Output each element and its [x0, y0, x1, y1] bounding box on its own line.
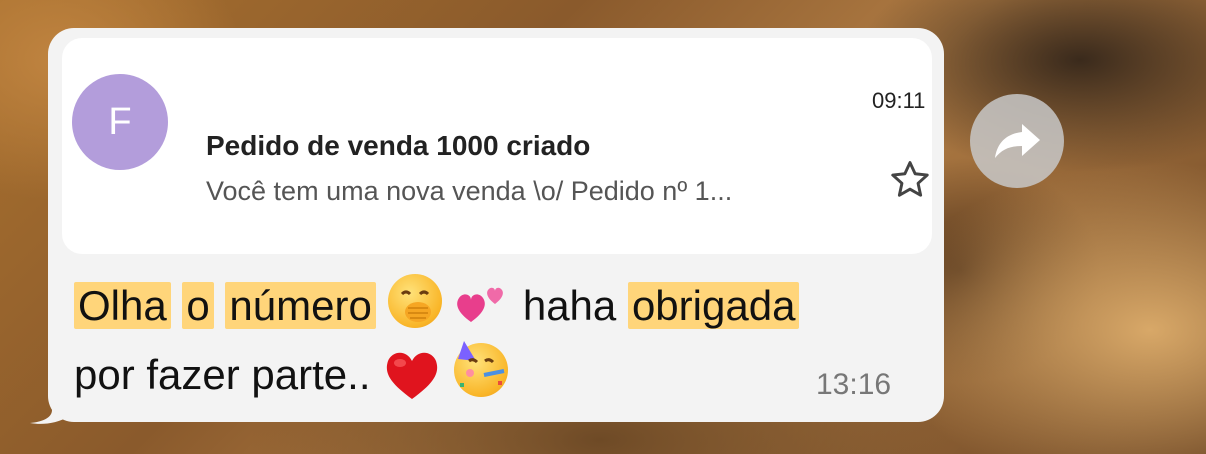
email-subject: Pedido de venda 1000 criado [206, 130, 591, 161]
partying-face-emoji [453, 341, 508, 397]
red-heart-emoji [382, 342, 442, 410]
sender-avatar: F [72, 74, 168, 170]
highlight-word: o [182, 282, 214, 329]
face-with-hand-over-mouth-emoji [387, 274, 442, 328]
star-outline-icon[interactable] [888, 158, 932, 202]
share-button[interactable] [970, 94, 1064, 188]
email-preview: Você tem uma nova venda \o/ Pedido nº 1.… [206, 176, 733, 206]
sender-name-cut [212, 60, 472, 82]
message-time: 13:16 [816, 368, 892, 401]
highlight-word: Olha [74, 282, 171, 329]
bubble-tail [30, 396, 70, 424]
email-time: 09:11 [872, 88, 926, 113]
message-line-2: por fazer parte.. [74, 351, 371, 398]
highlight-word: obrigada [627, 282, 800, 329]
share-forward-icon [995, 124, 1040, 158]
message-text: Olha o número haha obrigada por fazer pa… [74, 272, 924, 410]
two-hearts-emoji [453, 273, 511, 341]
highlight-word: número [225, 282, 376, 329]
quoted-email-card[interactable]: F 09:11 Pedido de venda 1000 criado Você… [62, 38, 932, 254]
message-word: haha [522, 282, 617, 329]
